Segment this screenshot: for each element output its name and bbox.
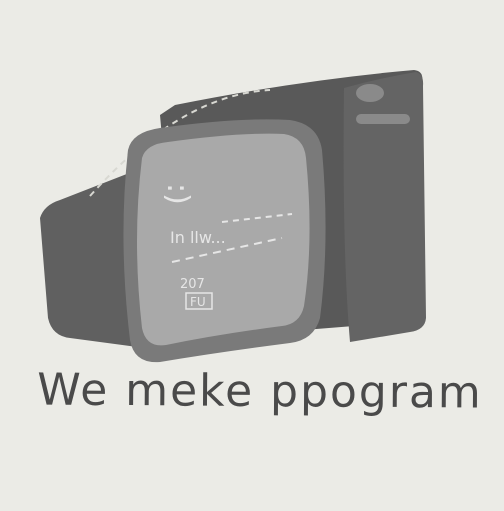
vent-slot bbox=[356, 114, 410, 124]
caption: We meke ppogram bbox=[37, 364, 483, 419]
knob-icon bbox=[356, 84, 384, 102]
scribble-line: In llw... bbox=[170, 228, 226, 247]
boxed-label: FU bbox=[190, 295, 206, 309]
small-note: 207 bbox=[180, 277, 205, 292]
smiley-icon: :) bbox=[160, 183, 195, 205]
tv-illustration: :) In llw... 207 FU bbox=[0, 0, 504, 511]
monitor-side-panel bbox=[343, 72, 426, 342]
